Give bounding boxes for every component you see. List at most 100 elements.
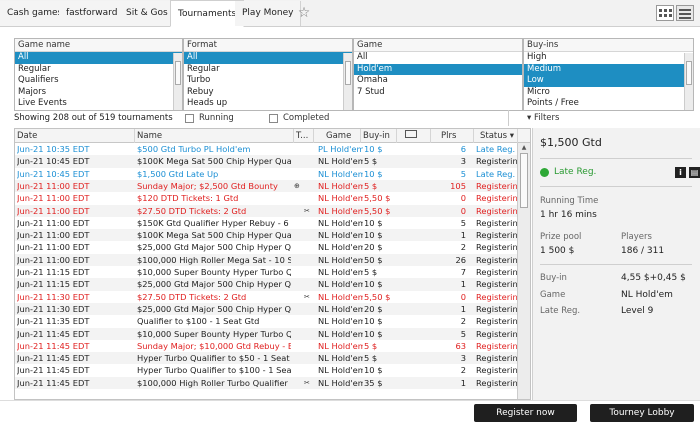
- table-row[interactable]: Jun-21 11:00 EDT $100K Mega Sat 500 Chip …: [15, 229, 520, 242]
- col-tickets[interactable]: [397, 129, 431, 143]
- table-row[interactable]: Jun-21 11:00 EDT Sunday Major; $2,500 Gtd…: [15, 179, 520, 193]
- filters-toggle[interactable]: ▾ Filters: [527, 113, 559, 123]
- col-game[interactable]: Game: [314, 129, 361, 143]
- table-row[interactable]: Jun-21 11:30 EDT $27.50 DTD Tickets: 2 Gt…: [15, 291, 520, 303]
- filter-option[interactable]: Medium: [524, 63, 693, 75]
- row-name: Sunday Major; $10,000 Gtd Rebuy - B...: [137, 340, 291, 351]
- filter-option[interactable]: Regular: [15, 64, 182, 76]
- table-row[interactable]: Jun-21 11:45 EDT Hyper Turbo Qualifier to…: [15, 352, 520, 365]
- col-type[interactable]: T...: [294, 129, 314, 143]
- tab-fastforward[interactable]: fastforward: [59, 1, 126, 26]
- row-game: NL Hold'em: [318, 156, 363, 167]
- completed-label: Completed: [283, 113, 330, 123]
- completed-checkbox[interactable]: [269, 114, 278, 123]
- col-name[interactable]: Name: [135, 129, 294, 143]
- row-buyin: 10 $: [364, 144, 383, 154]
- table-row[interactable]: Jun-21 11:00 EDT $100,000 High Roller Meg…: [15, 253, 520, 266]
- filter-option[interactable]: All: [15, 52, 182, 64]
- table-row[interactable]: Jun-21 11:00 EDT $120 DTD Tickets: 1 Gtd N…: [15, 192, 520, 204]
- row-status: Registering: [476, 279, 520, 290]
- filter-option[interactable]: All: [184, 52, 352, 64]
- row-status: Registering: [476, 291, 520, 302]
- filter-option[interactable]: Omaha: [354, 75, 522, 87]
- filter-option[interactable]: Micro: [524, 87, 693, 99]
- filter-format[interactable]: Format All Regular Turbo Rebuy Heads up: [183, 38, 353, 111]
- row-status: Registering: [476, 156, 520, 167]
- favorites-star-icon[interactable]: ☆: [294, 4, 314, 22]
- filter-scrollbar[interactable]: [343, 53, 352, 110]
- filter-option[interactable]: All: [354, 52, 522, 64]
- row-players: 2: [460, 316, 466, 327]
- row-name: $25,000 Gtd Major 500 Chip Hyper Q...: [137, 279, 291, 290]
- filter-option[interactable]: Heads up: [184, 98, 352, 110]
- table-row[interactable]: Jun-21 10:35 EDT $500 Gtd Turbo PL Hold'e…: [15, 143, 518, 155]
- filter-option[interactable]: Low: [524, 75, 693, 87]
- ticket-icon[interactable]: ▤: [689, 167, 700, 178]
- tab-play-money[interactable]: Play Money: [235, 1, 302, 26]
- tab-tournaments[interactable]: Tournaments: [170, 0, 245, 27]
- list-view-icon[interactable]: [676, 5, 694, 21]
- table-row[interactable]: Jun-21 11:15 EDT $10,000 Super Bounty Hyp…: [15, 266, 520, 278]
- row-status: Registering: [476, 365, 520, 376]
- col-date[interactable]: Date: [15, 129, 135, 143]
- filter-game-name[interactable]: Game name All Regular Qualifiers Majors …: [14, 38, 183, 111]
- tourney-lobby-button[interactable]: Tourney Lobby: [590, 404, 694, 422]
- status-header-label: Status: [480, 131, 508, 141]
- table-row[interactable]: Jun-21 11:45 EDT $10,000 Super Bounty Hyp…: [15, 327, 520, 340]
- tab-sit-and-gos[interactable]: Sit & Gos: [119, 1, 176, 26]
- filter-option[interactable]: Majors: [15, 87, 182, 99]
- running-checkbox[interactable]: [185, 114, 194, 123]
- info-icon[interactable]: i: [675, 167, 686, 178]
- table-row[interactable]: Jun-21 10:45 EDT $100K Mega Sat 500 Chip …: [15, 155, 520, 168]
- col-players[interactable]: Plrs: [431, 129, 474, 143]
- filter-option[interactable]: Points / Free: [524, 98, 693, 110]
- filter-option[interactable]: Rebuy: [184, 87, 352, 99]
- table-row[interactable]: Jun-21 11:30 EDT $25,000 Gtd Major 500 Ch…: [15, 302, 520, 316]
- row-date: Jun-21 11:45 EDT: [17, 328, 90, 339]
- filter-option[interactable]: High: [524, 52, 693, 64]
- filter-option[interactable]: 7 Stud: [354, 87, 522, 99]
- row-name: $27.50 DTD Tickets: 2 Gtd: [137, 205, 247, 216]
- row-players: 63: [455, 340, 466, 351]
- ticket-icon: ✂: [304, 378, 310, 387]
- row-buyin: 10 $: [364, 328, 383, 339]
- status-dot-icon: [540, 168, 549, 177]
- table-row[interactable]: Jun-21 11:45 EDT Sunday Major; $10,000 Gt…: [15, 340, 520, 352]
- row-game: NL Hold'em: [318, 377, 363, 388]
- row-date: Jun-21 11:35 EDT: [17, 316, 90, 327]
- row-status: Late Reg.: [476, 144, 516, 154]
- filter-scrollbar[interactable]: [173, 53, 182, 110]
- filter-option[interactable]: Regular: [184, 64, 352, 76]
- col-buyin[interactable]: Buy-in: [361, 129, 397, 143]
- table-row[interactable]: Jun-21 11:45 EDT $100,000 High Roller Tur…: [15, 376, 520, 389]
- row-date: Jun-21 11:00 EDT: [17, 254, 90, 265]
- row-date: Jun-21 11:00 EDT: [17, 242, 90, 253]
- table-row[interactable]: Jun-21 11:00 EDT $25,000 Gtd Major 500 Ch…: [15, 241, 520, 253]
- table-row[interactable]: Jun-21 11:00 EDT $150K Gtd Qualifier Hype…: [15, 217, 520, 229]
- row-buyin: 5,50 $: [364, 291, 391, 302]
- row-date: Jun-21 11:15 EDT: [17, 267, 90, 277]
- table-row[interactable]: Jun-21 10:45 EDT $1,500 Gtd Late Up NL Hol…: [15, 168, 518, 180]
- col-status[interactable]: Status ▾: [474, 129, 518, 143]
- filter-option[interactable]: Turbo: [184, 75, 352, 87]
- table-row[interactable]: Jun-21 11:15 EDT $25,000 Gtd Major 500 Ch…: [15, 278, 520, 291]
- row-players: 5: [460, 168, 466, 179]
- filter-option[interactable]: Hold'em: [354, 63, 522, 75]
- row-game: PL Hold'em: [318, 144, 363, 154]
- row-players: 0: [460, 205, 466, 216]
- table-row[interactable]: Jun-21 11:45 EDT Hyper Turbo Qualifier to…: [15, 364, 520, 376]
- filter-scrollbar[interactable]: [684, 53, 693, 110]
- table-scrollbar[interactable]: ▲: [517, 143, 530, 399]
- register-now-button[interactable]: Register now: [474, 404, 577, 422]
- table-row[interactable]: Jun-21 11:35 EDT Qualifier to $100 - 1 Se…: [15, 315, 520, 327]
- scroll-thumb[interactable]: [520, 153, 528, 208]
- scroll-up-icon[interactable]: ▲: [518, 143, 530, 152]
- filter-buyins[interactable]: Buy-ins High Medium Low Micro Points / F…: [523, 38, 694, 111]
- filter-option[interactable]: Qualifiers: [15, 75, 182, 87]
- table-row[interactable]: Jun-21 11:00 EDT $27.50 DTD Tickets: 2 Gt…: [15, 204, 520, 217]
- grid-view-icon[interactable]: [656, 5, 674, 21]
- filter-option[interactable]: Live Events: [15, 98, 182, 110]
- filter-game[interactable]: Game All Hold'em Omaha 7 Stud: [353, 38, 523, 111]
- row-name: $100,000 High Roller Mega Sat - 10 Se...: [137, 254, 291, 265]
- buyin-label: Buy-in: [540, 273, 567, 283]
